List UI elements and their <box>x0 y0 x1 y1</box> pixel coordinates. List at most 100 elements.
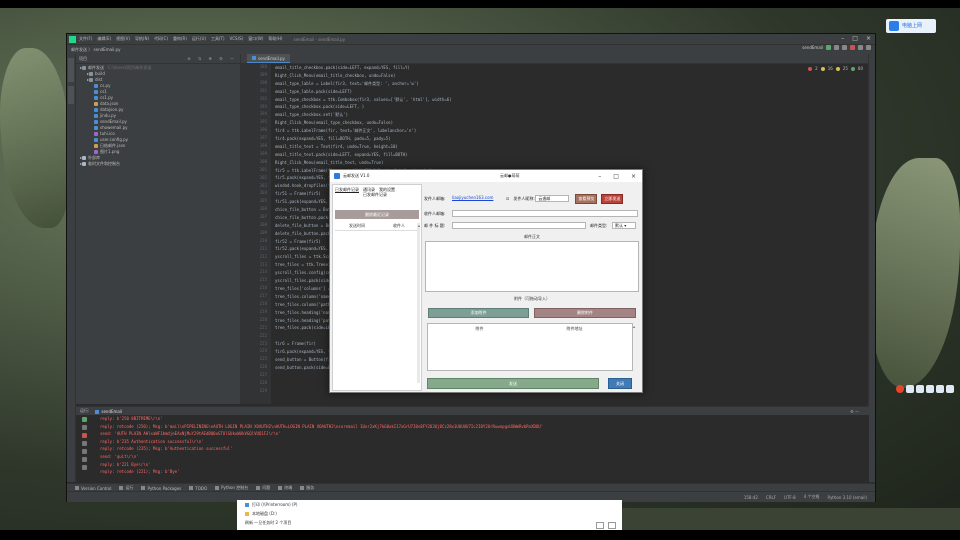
menu-item[interactable]: 窗口(W) <box>248 36 263 42</box>
quick-send-button[interactable]: 立即发送 <box>601 193 624 204</box>
search-icon[interactable] <box>858 45 863 50</box>
menu-item[interactable]: VCS(S) <box>230 36 244 42</box>
menu-item[interactable]: 视图(V) <box>116 36 130 42</box>
run-tab[interactable]: sendEmail <box>95 409 122 414</box>
menu-item[interactable]: 运行(U) <box>192 36 206 42</box>
line-number: 224 <box>259 348 267 354</box>
code-line: email_title_text.pack(side=LEFT, expand=… <box>275 151 408 157</box>
menu-item[interactable]: 导航(N) <box>135 36 149 42</box>
tiles-view-icon[interactable] <box>608 522 616 529</box>
attachment-list[interactable]: 附件 附件地址 <box>427 323 633 371</box>
wrench-icon[interactable] <box>81 425 87 430</box>
sender-name-field[interactable]: 云逸邮 <box>535 195 570 202</box>
network-icon <box>889 21 899 31</box>
col-send-time[interactable]: 发送时间 <box>349 223 365 230</box>
menu-item[interactable]: 编辑(E) <box>97 36 111 42</box>
status-item[interactable]: Python 3.10 (email) <box>828 495 867 500</box>
sender-email-link[interactable]: liaojiyuchen163.com <box>452 195 504 202</box>
mic-icon[interactable] <box>926 385 934 393</box>
gear-icon[interactable]: ⚙ — <box>850 409 859 414</box>
run-config-select[interactable]: sendEmail <box>802 45 823 50</box>
history-list[interactable] <box>335 231 419 381</box>
history-menu: 已发邮件记录 通讯录 我的设置 已发邮件记录 <box>333 185 421 197</box>
dialog-caption: 云邮●萌萌 <box>500 173 520 178</box>
history-scrollbar[interactable] <box>417 223 420 383</box>
settings-icon[interactable] <box>866 45 871 50</box>
explorer-row[interactable]: 打印 (\\Printerroom) (P) <box>237 500 622 509</box>
subject-field[interactable] <box>452 222 586 229</box>
tool-window-button[interactable]: Python Packages <box>141 486 181 491</box>
menu-item[interactable]: 代码(C) <box>154 36 168 42</box>
dropdown-icon[interactable]: ⊡ <box>506 196 509 201</box>
status-item[interactable]: 4 个空格 <box>804 494 820 500</box>
tray-icon[interactable] <box>946 385 954 393</box>
scroll-up-icon[interactable]: ▴ <box>418 223 420 228</box>
project-panel-actions[interactable]: ⊕ ⇅ ✥ ⚙ — <box>187 56 237 61</box>
line-number: 208 <box>259 222 267 227</box>
minimize-icon[interactable]: – <box>598 173 601 180</box>
print-icon[interactable] <box>81 449 87 454</box>
type-select[interactable]: 默认 ▾ <box>612 222 636 229</box>
details-view-icon[interactable] <box>596 522 604 529</box>
recipient-field[interactable] <box>452 210 638 217</box>
line-number: 223 <box>259 340 267 346</box>
tool-window-strip-right <box>868 54 875 482</box>
explorer-row[interactable]: 本地磁盘 (D:) <box>237 509 622 518</box>
sogou-icon[interactable] <box>896 385 904 393</box>
status-item[interactable]: CRLF <box>766 495 776 500</box>
rerun-icon[interactable] <box>81 417 87 422</box>
maximize-icon[interactable]: □ <box>852 35 858 42</box>
menu-sent-records-label: 已发邮件记录 <box>363 192 387 197</box>
minimize-icon[interactable]: – <box>841 35 844 42</box>
preview-button[interactable]: 查看预览 <box>575 193 598 204</box>
pin-icon[interactable] <box>81 457 87 462</box>
stop-icon[interactable] <box>850 45 855 50</box>
code-line: Right_Click_Menu(email_title_checkbox, u… <box>275 72 396 78</box>
image-file-icon <box>94 150 98 154</box>
breadcrumb[interactable]: 邮件发送 〉 sendEmail.py <box>71 47 120 53</box>
close-button[interactable]: 关闭 <box>608 378 632 389</box>
tool-window-button[interactable]: TODO <box>189 486 207 491</box>
clear-recent-button[interactable]: 删除最近记录 <box>335 210 419 219</box>
scroll-up-icon[interactable]: ▴ <box>633 324 635 329</box>
code-line: email_type_checkbox = ttk.Combobox(fir3,… <box>275 96 452 102</box>
tool-icon <box>300 486 305 490</box>
trash-icon[interactable] <box>81 465 87 470</box>
tray-icon[interactable] <box>906 385 914 393</box>
coverage-icon[interactable] <box>842 45 847 50</box>
run-console-output[interactable]: reply: b'250 8BITMIME\r\n' reply: retcode… <box>100 415 860 483</box>
send-button[interactable]: 发送 <box>427 378 599 389</box>
debug-icon[interactable] <box>834 45 839 50</box>
project-tool-button[interactable] <box>68 58 74 82</box>
network-button[interactable]: 电脑上网 <box>886 19 936 33</box>
close-icon[interactable]: × <box>866 35 871 42</box>
menu-item[interactable]: 重构(R) <box>173 36 187 42</box>
tool-window-button[interactable]: Version Control <box>75 486 111 491</box>
tray-icon[interactable] <box>936 385 944 393</box>
add-attachment-button[interactable]: 添加附件 <box>428 308 529 318</box>
view-toggle <box>596 522 616 529</box>
stop-icon[interactable] <box>81 433 87 438</box>
tree-item-label: 临时文件和控制台 <box>88 161 121 166</box>
python-file-icon <box>252 56 256 60</box>
delete-attachment-button[interactable]: 删除附件 <box>534 308 636 318</box>
col-recipient[interactable]: 收件人 <box>393 223 405 230</box>
maximize-icon[interactable]: □ <box>613 173 619 180</box>
close-icon[interactable]: × <box>631 173 636 180</box>
col-attachment-path[interactable]: 附件地址 <box>527 326 622 332</box>
col-attachment[interactable]: 附件 <box>432 326 527 332</box>
tree-item[interactable]: ▸ 临时文件和控制台 <box>76 161 240 167</box>
scroll-icon[interactable] <box>81 441 87 446</box>
sender-label: 发件人邮箱: <box>424 195 446 201</box>
editor-tab[interactable]: sendEmail.py <box>247 54 290 63</box>
run-icon[interactable] <box>826 45 831 50</box>
status-item[interactable]: UTF-8 <box>784 495 796 500</box>
menu-item[interactable]: 文件(F) <box>79 36 92 42</box>
tray-icon[interactable] <box>916 385 924 393</box>
menu-item[interactable]: 帮助(H) <box>268 36 282 42</box>
structure-tool-button[interactable] <box>68 86 74 104</box>
status-item[interactable]: 158:42 <box>744 495 758 500</box>
project-panel-title[interactable]: 项目 <box>79 56 87 62</box>
body-textarea[interactable] <box>425 241 639 292</box>
menu-item[interactable]: 工具(T) <box>211 36 225 42</box>
